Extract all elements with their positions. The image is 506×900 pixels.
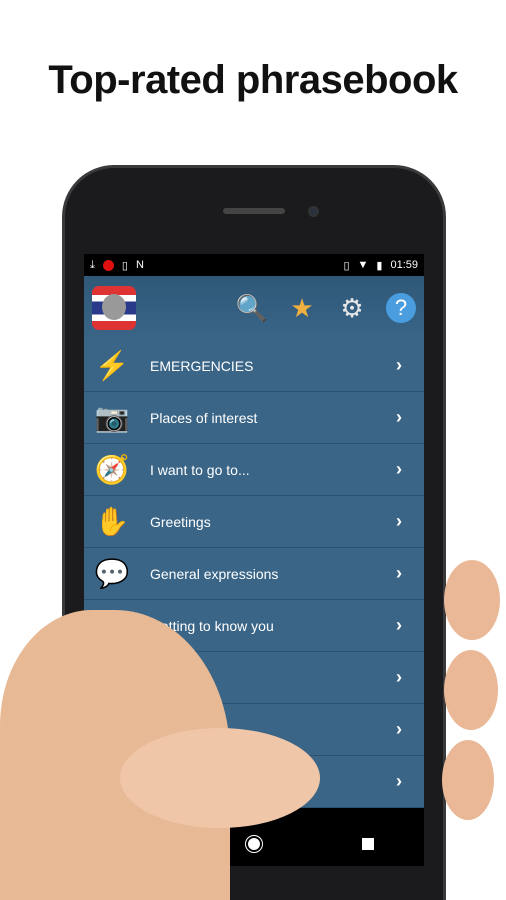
phone-speaker: [223, 208, 285, 214]
battery-icon: ▮: [376, 259, 383, 272]
app-logo-icon[interactable]: [92, 286, 136, 330]
download-icon: ⤓: [90, 258, 95, 271]
menu-item-label: I want to go to...: [150, 461, 250, 478]
compass-icon: 🧭: [94, 453, 130, 485]
menu-item-label: EMERGENCIES: [150, 357, 254, 374]
chevron-right-icon: ›: [396, 459, 402, 479]
sim-icon: ▯: [121, 259, 128, 272]
vibrate-icon: ▯: [343, 259, 350, 272]
star-icon[interactable]: ★: [286, 292, 318, 324]
menu-item[interactable]: 💬 General expressions ›: [84, 548, 424, 600]
menu-item-label: Greetings: [150, 513, 211, 530]
wifi-icon: ▼: [357, 259, 369, 271]
home-button[interactable]: [245, 835, 263, 853]
chevron-right-icon: ›: [396, 771, 402, 791]
hand-finger: [444, 650, 498, 730]
chevron-right-icon: ›: [396, 407, 402, 427]
chevron-right-icon: ›: [396, 667, 402, 687]
chevron-right-icon: ›: [396, 615, 402, 635]
menu-item-label: Getting to know you: [150, 617, 274, 634]
chevron-right-icon: ›: [396, 719, 402, 739]
app-bar: 🔍 ★ ⚙ ?: [84, 276, 424, 340]
recents-button[interactable]: [362, 838, 374, 850]
menu-item-label: Places of interest: [150, 409, 258, 426]
headline: Top-rated phrasebook: [48, 58, 458, 102]
status-bar: ⤓ ▯ N ▯ ▼ ▮ 01:59: [84, 254, 424, 276]
menu-item[interactable]: 🧭 I want to go to... ›: [84, 444, 424, 496]
n-icon: N: [135, 259, 144, 271]
hand-finger: [444, 560, 500, 640]
hand-finger: [442, 740, 494, 820]
chevron-right-icon: ›: [396, 355, 402, 375]
speech-bubbles-icon: 💬: [94, 557, 130, 589]
menu-item-label: General expressions: [150, 565, 279, 582]
menu-item[interactable]: 📷 Places of interest ›: [84, 392, 424, 444]
waving-hand-icon: ✋: [94, 505, 130, 537]
record-icon: [102, 259, 114, 271]
search-icon[interactable]: 🔍: [236, 292, 268, 324]
chevron-right-icon: ›: [396, 511, 402, 531]
camera-icon: 📷: [94, 401, 130, 433]
menu-item[interactable]: ⚡ EMERGENCIES ›: [84, 340, 424, 392]
gear-icon[interactable]: ⚙: [336, 292, 368, 324]
menu-item[interactable]: ✋ Greetings ›: [84, 496, 424, 548]
chevron-right-icon: ›: [396, 563, 402, 583]
help-icon[interactable]: ?: [386, 293, 416, 323]
phone-camera: [308, 206, 319, 217]
clock: 01:59: [390, 259, 418, 271]
lightning-icon: ⚡: [94, 349, 130, 381]
hand-thumb: [120, 728, 320, 828]
